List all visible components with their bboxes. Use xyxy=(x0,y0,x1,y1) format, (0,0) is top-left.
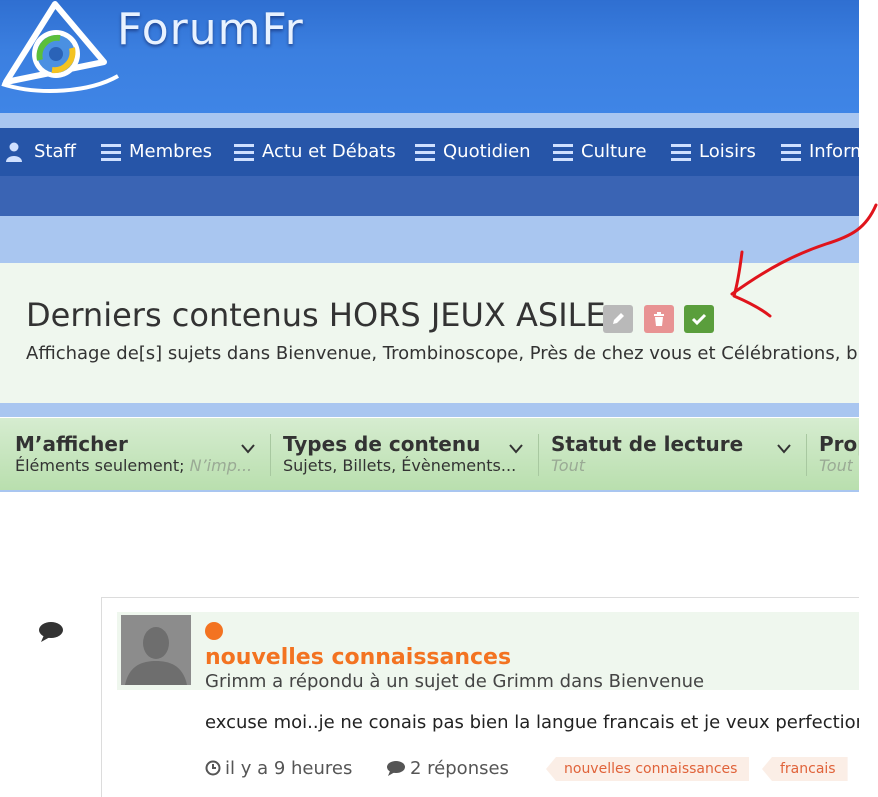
filter-value: Tout xyxy=(819,456,853,475)
page: ForumFr Staff Membres Actu et Débats Quo… xyxy=(0,0,859,797)
site-logo[interactable]: ForumFr xyxy=(0,0,345,100)
logo-emblem-icon xyxy=(1,1,119,93)
menu-icon xyxy=(553,144,573,161)
activity-excerpt: excuse moi..je ne conais pas bien la lan… xyxy=(205,712,859,733)
nav-item-quotidien[interactable]: Quotidien xyxy=(415,128,531,176)
filter-value: Tout xyxy=(551,456,771,475)
activity-time[interactable]: il y a 9 heures xyxy=(205,758,352,779)
sub-nav-bar xyxy=(0,176,859,216)
menu-icon xyxy=(234,144,254,161)
nav-label-actu-et-debats: Actu et Débats xyxy=(262,141,396,162)
menu-icon xyxy=(415,144,435,161)
site-header: ForumFr xyxy=(0,0,859,113)
nav-item-staff[interactable]: Staff xyxy=(6,128,76,176)
reply-count[interactable]: 2 réponses xyxy=(386,758,509,779)
chevron-down-icon xyxy=(241,444,255,454)
nav-item-culture[interactable]: Culture xyxy=(553,128,647,176)
speech-bubble-icon xyxy=(39,622,63,642)
filter-ownership[interactable]: Prop Tout xyxy=(819,418,859,490)
filter-label: M’afficher xyxy=(15,432,128,456)
header-spacer xyxy=(0,113,859,128)
filter-value-muted: N’imp... xyxy=(189,456,253,475)
activity-time-text: il y a 9 heures xyxy=(225,758,353,779)
filter-value-text: Sujets, Billets, Évènements... xyxy=(283,456,517,475)
menu-icon xyxy=(101,144,121,161)
user-icon xyxy=(6,142,22,162)
filter-read-status[interactable]: Statut de lecture Tout xyxy=(551,418,796,490)
separator-band xyxy=(0,216,859,263)
trash-icon xyxy=(654,312,664,326)
filter-value: Sujets, Billets, Évènements... xyxy=(283,456,528,475)
edit-stream-button[interactable] xyxy=(603,305,633,333)
delete-stream-button[interactable] xyxy=(644,305,674,333)
clock-icon xyxy=(205,760,221,776)
nav-label-membres: Membres xyxy=(129,141,213,162)
topic-title-link[interactable]: nouvelles connaissances xyxy=(205,645,511,670)
filter-label: Prop xyxy=(819,432,859,456)
nav-label-staff: Staff xyxy=(34,141,76,162)
nav-item-membres[interactable]: Membres xyxy=(101,128,212,176)
filter-divider xyxy=(806,434,807,476)
stream-description: Affichage de[s] sujets dans Bienvenue, T… xyxy=(26,343,858,364)
chevron-down-icon xyxy=(777,444,791,454)
filter-value: Éléments seulement; N’imp... xyxy=(15,456,260,475)
filter-value-muted: Tout xyxy=(819,456,853,475)
chevron-down-icon xyxy=(509,444,523,454)
filter-label: Statut de lecture xyxy=(551,432,744,456)
menu-icon xyxy=(671,144,691,161)
filter-value-muted: Tout xyxy=(551,456,585,475)
page-title: Derniers contenus HORS JEUX ASILE xyxy=(26,296,606,334)
filter-show-me[interactable]: M’afficher Éléments seulement; N’imp... xyxy=(15,418,260,490)
separator-band-2 xyxy=(0,403,859,417)
activity-meta: Grimm a répondu à un sujet de Grimm dans… xyxy=(205,671,705,692)
confirm-stream-button[interactable] xyxy=(684,305,714,333)
menu-icon xyxy=(781,144,801,161)
nav-item-inform[interactable]: Inform xyxy=(781,128,859,176)
nav-item-loisirs[interactable]: Loisirs xyxy=(671,128,756,176)
tag[interactable]: nouvelles connaissances xyxy=(546,757,750,781)
filter-divider xyxy=(538,434,539,476)
avatar[interactable] xyxy=(121,615,191,685)
reply-count-text: 2 réponses xyxy=(410,758,509,779)
unread-indicator-icon xyxy=(205,622,223,640)
nav-label-loisirs: Loisirs xyxy=(699,141,756,162)
pencil-icon xyxy=(613,313,624,324)
filter-value-text: Éléments seulement; xyxy=(15,456,185,475)
nav-label-culture: Culture xyxy=(581,141,647,162)
filter-label: Types de contenu xyxy=(283,432,481,456)
check-icon xyxy=(691,313,707,326)
nav-label-inform: Inform xyxy=(809,141,859,162)
filter-divider xyxy=(270,434,271,476)
logo-text: ForumFr xyxy=(117,4,304,55)
default-user-avatar-icon xyxy=(121,615,191,685)
tag[interactable]: francais xyxy=(762,757,848,781)
comment-icon xyxy=(387,761,405,776)
nav-label-quotidien: Quotidien xyxy=(443,141,531,162)
filter-bar: M’afficher Éléments seulement; N’imp... … xyxy=(0,418,859,492)
main-nav: Staff Membres Actu et Débats Quotidien C… xyxy=(0,128,859,176)
nav-item-actu-et-debats[interactable]: Actu et Débats xyxy=(234,128,396,176)
filter-content-types[interactable]: Types de contenu Sujets, Billets, Évènem… xyxy=(283,418,528,490)
